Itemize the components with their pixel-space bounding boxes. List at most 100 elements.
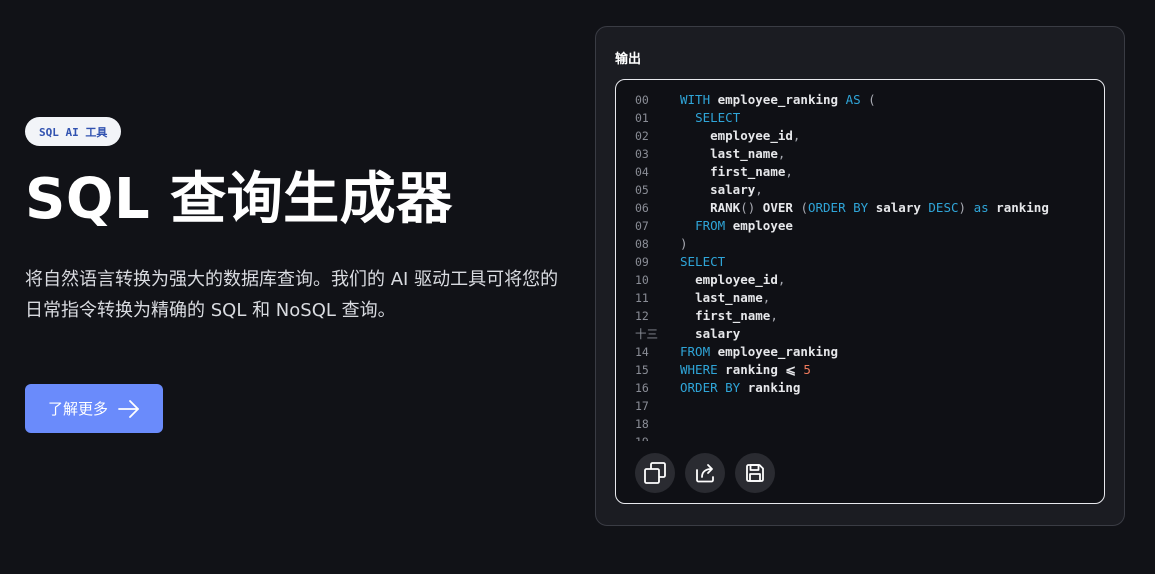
line-number: 15 — [635, 363, 649, 377]
line-number: 17 — [635, 399, 649, 413]
tool-badge: SQL AI 工具 — [25, 117, 122, 146]
code-token: 5 — [803, 362, 811, 377]
learn-more-label: 了解更多 — [47, 400, 108, 418]
code-line: 09 SELECT — [616, 253, 1104, 271]
code-token: ) — [680, 236, 688, 251]
code-token: , — [755, 182, 763, 197]
code-token: ranking — [740, 380, 801, 395]
code-token: ORDER BY — [807, 200, 869, 215]
share-button[interactable] — [685, 453, 725, 493]
line-code: last_name, — [680, 145, 785, 163]
tool-badge-label: SQL AI 工具 — [39, 125, 108, 139]
code-token: first_name — [695, 308, 771, 323]
code-token: , — [785, 164, 793, 179]
code-token: ) — [958, 200, 967, 215]
code-token: salary — [868, 200, 929, 215]
code-line: 10 employee_id, — [616, 271, 1104, 289]
output-toolbar — [635, 453, 775, 493]
hero-description: 将自然语言转换为强大的数据库查询。我们的 AI 驱动工具可将您的日常指令转换为精… — [25, 269, 559, 321]
code-token: employee_ranking — [710, 344, 839, 359]
line-code: RANK() OVER (ORDER BY salary DESC) as ra… — [680, 199, 1049, 217]
code-line: 17 — [616, 397, 1104, 415]
code-token: OVER — [755, 200, 801, 215]
learn-more-button[interactable]: 了解更多 — [25, 384, 163, 433]
line-code: first_name, — [680, 163, 793, 181]
line-number: 18 — [635, 417, 649, 431]
code-token: , — [770, 308, 778, 323]
line-number: 11 — [635, 291, 649, 305]
line-number: 19 — [616, 433, 680, 441]
code-token: employee_id — [710, 128, 793, 143]
code-token: FROM — [680, 344, 711, 359]
line-number: 03 — [635, 147, 649, 161]
code-token: last_name — [710, 146, 778, 161]
line-number: 00 — [635, 93, 649, 107]
save-button[interactable] — [735, 453, 775, 493]
page-title: SQL 查询生成器 — [25, 167, 453, 232]
output-title: 输出 — [615, 52, 642, 67]
code-token: as — [973, 200, 989, 215]
code-token: AS — [845, 92, 861, 107]
line-code: WHERE ranking ⩽ 5 — [680, 361, 811, 379]
line-number: 06 — [635, 201, 649, 215]
code-token: salary — [695, 326, 741, 341]
line-number: 09 — [635, 255, 649, 269]
code-token: , — [792, 128, 801, 143]
copy-icon — [643, 461, 667, 485]
line-code: employee_id, — [680, 127, 800, 145]
line-number: 08 — [635, 237, 649, 251]
line-code: ORDER BY ranking — [680, 379, 800, 397]
code-token: SELECT — [695, 110, 741, 125]
code-line: 03 last_name, — [616, 145, 1104, 163]
code-token: first_name — [710, 164, 786, 179]
code-editor[interactable]: 00 WITH employee_ranking AS ( 01 SELECT 02 … — [615, 79, 1105, 504]
code-line: 18 — [616, 415, 1104, 433]
code-token: ranking ⩽ — [717, 362, 804, 377]
page: SQL AI 工具 SQL 查询生成器 将自然语言转换为强大的数据库查询。我们的… — [0, 0, 1155, 574]
code-token: salary — [710, 182, 756, 197]
line-code: first_name, — [680, 307, 778, 325]
code-token: , — [777, 146, 786, 161]
code-line: 00 WITH employee_ranking AS ( — [616, 91, 1104, 109]
line-code: SELECT — [680, 109, 740, 127]
line-code: employee_id, — [680, 271, 785, 289]
code-token: employee — [725, 218, 793, 233]
code-token: ( — [800, 200, 808, 215]
line-number: 01 — [635, 111, 649, 125]
share-icon — [694, 462, 716, 484]
line-code: WITH employee_ranking AS ( — [680, 91, 876, 109]
code-line: 16 ORDER BY ranking — [616, 379, 1104, 397]
line-number: 07 — [635, 219, 649, 233]
copy-button[interactable] — [635, 453, 675, 493]
code-line: 14 FROM employee_ranking — [616, 343, 1104, 361]
line-number: 02 — [635, 129, 649, 143]
line-code: FROM employee — [680, 217, 793, 235]
code-token: employee_ranking — [710, 92, 846, 107]
code-token: , — [762, 290, 771, 305]
code-line: 11 last_name, — [616, 289, 1104, 307]
code-line: 06 RANK() OVER (ORDER BY salary DESC) as… — [616, 199, 1104, 217]
line-code: ) — [680, 235, 688, 253]
line-number: 05 — [635, 183, 649, 197]
code-token: FROM — [695, 218, 726, 233]
code-token: , — [777, 272, 786, 287]
code-token: WHERE — [680, 362, 718, 377]
line-number: 12 — [635, 309, 649, 323]
code-line: 07 FROM employee — [616, 217, 1104, 235]
code-token: () — [740, 200, 756, 215]
save-icon — [744, 462, 766, 484]
code-line: 05 salary, — [616, 181, 1104, 199]
code-token: RANK — [710, 200, 741, 215]
code-line: 02 employee_id, — [616, 127, 1104, 145]
code-lines: 00 WITH employee_ranking AS ( 01 SELECT 02 … — [616, 91, 1104, 441]
code-token: ( — [860, 92, 876, 107]
line-number: 14 — [635, 345, 649, 359]
code-line: 19 — [616, 433, 1104, 441]
code-line: 15 WHERE ranking ⩽ 5 — [616, 361, 1104, 379]
code-token: DESC — [928, 200, 959, 215]
line-code: last_name, — [680, 289, 770, 307]
code-token: employee_id — [695, 272, 778, 287]
code-line: 08) — [616, 235, 1104, 253]
arrow-right-icon — [118, 399, 140, 418]
